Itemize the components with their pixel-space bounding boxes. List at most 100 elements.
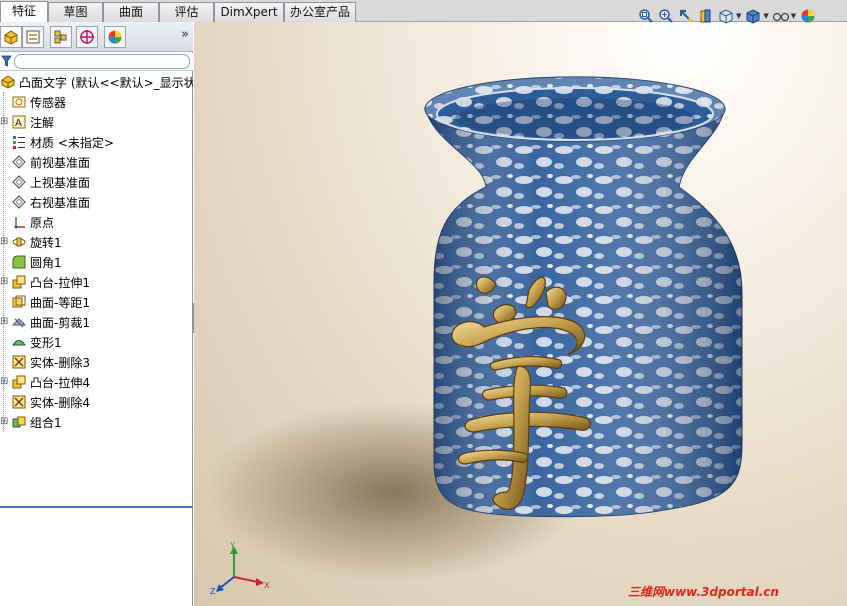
previous-view-button[interactable] bbox=[676, 7, 696, 25]
tree-item-label: 旋转1 bbox=[30, 235, 62, 250]
configurationmanager-tab[interactable] bbox=[50, 26, 72, 48]
tab-dimxpert[interactable]: DimXpert bbox=[214, 2, 284, 22]
tree-item-label: 曲面-剪裁1 bbox=[30, 315, 90, 330]
hide-show-items-icon bbox=[772, 12, 789, 22]
tree-item[interactable]: 实体-删除4 bbox=[0, 392, 193, 412]
tab-surfaces[interactable]: 曲面 bbox=[103, 2, 159, 22]
part-icon bbox=[0, 74, 16, 90]
feature-manager-panel: » 凸面文字 (默认<<默认>_显示状 传感器 ⊞ A 注解 材质 <未指定> 前视基准面… bbox=[0, 22, 193, 606]
triad-y-label: Y bbox=[229, 541, 235, 550]
tree-item-label: 右视基准面 bbox=[30, 195, 91, 210]
tree-item[interactable]: 前视基准面 bbox=[0, 152, 193, 172]
tree-item-label: 传感器 bbox=[30, 95, 67, 110]
trim-surface-icon bbox=[11, 314, 27, 330]
tree-root-label: 凸面文字 (默认<<默认>_显示状 bbox=[19, 75, 193, 90]
plane-icon bbox=[11, 154, 27, 170]
featuremanager-icon bbox=[4, 30, 18, 45]
chevron-down-icon[interactable]: ▼ bbox=[763, 12, 768, 20]
tree-item[interactable]: ⊞ 旋转1 bbox=[0, 232, 193, 252]
heads-up-view-toolbar: ▼ ▼ ▼ bbox=[636, 6, 818, 26]
tree-item[interactable]: 曲面-等距1 bbox=[0, 292, 193, 312]
tree-item[interactable]: 右视基准面 bbox=[0, 192, 193, 212]
expand-toggle-icon[interactable]: ⊞ bbox=[0, 117, 8, 127]
revolve-icon bbox=[11, 234, 27, 250]
tree-root[interactable]: 凸面文字 (默认<<默认>_显示状 bbox=[0, 72, 193, 92]
dimxpertmanager-icon bbox=[80, 30, 94, 44]
sensor-icon bbox=[11, 94, 27, 110]
tree-item[interactable]: ⊞ 凸台-拉伸1 bbox=[0, 272, 193, 292]
triad-z-label: Z bbox=[210, 587, 216, 596]
tree-filter-row bbox=[0, 53, 193, 71]
tree-item[interactable]: ⊞ 组合1 bbox=[0, 412, 193, 432]
expand-toggle-icon[interactable]: ⊞ bbox=[0, 237, 8, 247]
tree-item[interactable]: 圆角1 bbox=[0, 252, 193, 272]
tree-item-label: 材质 <未指定> bbox=[30, 135, 114, 150]
tree-item-label: 曲面-等距1 bbox=[30, 295, 90, 310]
fillet-icon bbox=[11, 254, 27, 270]
annotation-icon: A bbox=[11, 114, 27, 130]
expand-panel-button[interactable]: » bbox=[181, 27, 189, 42]
tree-item-label: 原点 bbox=[30, 215, 55, 230]
delete-body-icon bbox=[11, 394, 27, 410]
tree-item-label: 凸台-拉伸1 bbox=[30, 275, 90, 290]
plane-icon bbox=[11, 194, 27, 210]
chevron-down-icon[interactable]: ▼ bbox=[791, 12, 796, 20]
expand-toggle-icon[interactable]: ⊞ bbox=[0, 417, 8, 427]
tree-item-label: 圆角1 bbox=[30, 255, 62, 270]
graphics-area[interactable]: Y X Z 三维网www.3dportal.cn bbox=[194, 22, 847, 606]
tree-item[interactable]: 传感器 bbox=[0, 92, 193, 112]
vase-interior bbox=[455, 98, 695, 138]
offset-surface-icon bbox=[11, 294, 27, 310]
expand-toggle-icon[interactable]: ⊞ bbox=[0, 317, 8, 327]
tree-item-label: 实体-删除3 bbox=[30, 355, 90, 370]
tree-item[interactable]: ⊞ A 注解 bbox=[0, 112, 193, 132]
tree-item-label: 上视基准面 bbox=[30, 175, 91, 190]
propertymanager-icon bbox=[26, 30, 40, 44]
tab-office-products[interactable]: 办公室产品 bbox=[284, 2, 356, 22]
zoom-to-fit-icon bbox=[639, 9, 653, 23]
view-orientation-button[interactable] bbox=[716, 7, 736, 25]
displaymanager-tab[interactable] bbox=[104, 26, 126, 48]
display-style-icon bbox=[746, 9, 760, 24]
dimxpertmanager-tab[interactable] bbox=[76, 26, 98, 48]
vase-model: Y X Z bbox=[204, 76, 743, 596]
tree-item[interactable]: 上视基准面 bbox=[0, 172, 193, 192]
tree-filter-input[interactable] bbox=[14, 54, 190, 69]
tab-evaluate[interactable]: 评估 bbox=[159, 2, 214, 22]
extrude-icon bbox=[11, 274, 27, 290]
display-style-button[interactable] bbox=[743, 7, 763, 25]
tree-item[interactable]: 实体-删除3 bbox=[0, 352, 193, 372]
hide-show-items-button[interactable] bbox=[771, 7, 791, 25]
tree-item-label: 变形1 bbox=[30, 335, 62, 350]
appearance-button[interactable] bbox=[798, 7, 818, 25]
tree-item[interactable]: 原点 bbox=[0, 212, 193, 232]
tab-features[interactable]: 特征 bbox=[0, 1, 48, 23]
edit-appearance-icon bbox=[801, 9, 815, 23]
origin-icon bbox=[11, 214, 27, 230]
tab-sketch[interactable]: 草图 bbox=[48, 2, 103, 22]
combine-icon bbox=[11, 414, 27, 430]
rollback-bar[interactable] bbox=[0, 506, 193, 508]
zoom-to-area-button[interactable] bbox=[656, 7, 676, 25]
tree-item[interactable]: ⊞ 曲面-剪裁1 bbox=[0, 312, 193, 332]
tree-item-label: 前视基准面 bbox=[30, 155, 91, 170]
tree-item-label: 凸台-拉伸4 bbox=[30, 375, 90, 390]
displaymanager-icon bbox=[108, 30, 122, 44]
chevron-down-icon[interactable]: ▼ bbox=[736, 12, 741, 20]
tree-item[interactable]: 变形1 bbox=[0, 332, 193, 352]
tree-item-label: 组合1 bbox=[30, 415, 62, 430]
section-view-button[interactable] bbox=[696, 7, 716, 25]
featuremanager-tab[interactable] bbox=[0, 26, 22, 48]
expand-toggle-icon[interactable]: ⊞ bbox=[0, 377, 8, 387]
filter-icon[interactable] bbox=[1, 55, 12, 67]
watermark-text: 三维网www.3dportal.cn bbox=[628, 585, 779, 599]
propertymanager-tab[interactable] bbox=[22, 26, 44, 48]
deform-icon bbox=[11, 334, 27, 350]
tree-item[interactable]: 材质 <未指定> bbox=[0, 132, 193, 152]
triad-x-label: X bbox=[264, 581, 270, 590]
zoom-to-fit-button[interactable] bbox=[636, 7, 656, 25]
expand-toggle-icon[interactable]: ⊞ bbox=[0, 277, 8, 287]
previous-view-icon bbox=[680, 10, 692, 22]
svg-text:A: A bbox=[15, 118, 22, 129]
tree-item[interactable]: ⊞ 凸台-拉伸4 bbox=[0, 372, 193, 392]
